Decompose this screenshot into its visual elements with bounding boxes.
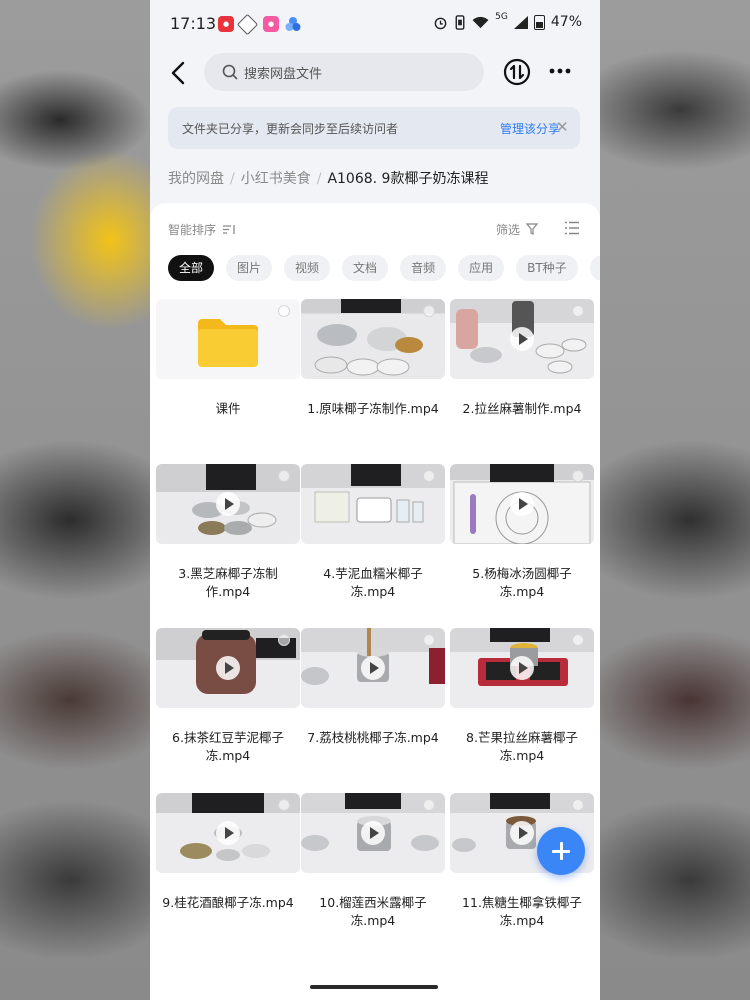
close-icon[interactable]: ✕ [556,118,569,136]
transfer-icon[interactable] [502,57,532,87]
sort-label: 智能排序 [168,223,217,237]
status-bar: 17:13 ● ● 5G 47% [150,0,600,48]
file-name: 3.黑芝麻椰子冻制作.mp4 [178,566,278,599]
tab-documents[interactable]: 文档 [342,255,389,281]
select-checkbox[interactable] [278,470,290,482]
vibrate-icon [455,14,465,30]
add-button[interactable] [537,827,585,875]
tab-all[interactable]: 全部 [168,255,215,281]
breadcrumb-separator: / [230,171,235,187]
share-notice-banner: 文件夹已分享，更新会同步至后续访问者 管理该分享 ✕ [168,107,580,149]
sort-icon [222,225,235,234]
file-name: 9.桂花酒酿椰子冻.mp4 [162,895,294,910]
file-name: 8.芒果拉丝麻薯椰子冻.mp4 [466,730,578,763]
video-file-item[interactable]: 8.芒果拉丝麻薯椰子冻.mp4 [450,628,594,788]
tab-audio[interactable]: 音频 [400,255,447,281]
back-icon[interactable] [164,58,194,88]
search-icon [222,64,238,80]
file-name: 课件 [215,401,241,416]
tab-images[interactable]: 图片 [226,255,273,281]
video-file-item[interactable]: 10.榴莲西米露椰子冻.mp4 [301,793,445,953]
video-file-item[interactable]: 11.焦糖生椰拿铁椰子冻.mp4 [450,793,594,953]
app-icon-red: ● [218,16,234,32]
home-indicator[interactable] [310,985,438,989]
file-name: 11.焦糖生椰拿铁椰子冻.mp4 [462,895,582,928]
select-checkbox[interactable] [278,799,290,811]
select-checkbox[interactable] [278,305,290,317]
status-right: 5G 47% [433,12,582,30]
video-file-item[interactable]: 3.黑芝麻椰子冻制作.mp4 [156,464,300,624]
tab-other[interactable]: 其他 [589,255,600,281]
file-list-panel: 智能排序 筛选 全部 图片 视频 文档 音频 应用 BT种子 其他 [150,203,600,1000]
network-label: 5G [495,12,508,22]
filter-icon [525,223,539,235]
video-file-item[interactable]: 6.抹茶红豆芋泥椰子冻.mp4 [156,628,300,788]
list-view-icon[interactable] [564,221,580,235]
sort-button[interactable]: 智能排序 [168,221,236,238]
play-icon [216,656,240,680]
file-name: 5.杨梅冰汤圆椰子冻.mp4 [472,566,572,599]
battery-level: 47% [550,14,582,30]
select-checkbox[interactable] [572,470,584,482]
video-file-item[interactable]: 1.原味椰子冻制作.mp4 [301,299,445,459]
breadcrumb-current: A1068. 9款椰子奶冻课程 [327,171,489,187]
status-time: 17:13 [170,14,217,33]
tab-bt-torrents[interactable]: BT种子 [516,255,578,281]
app-icon-gray [236,13,259,36]
share-notice-text: 文件夹已分享，更新会同步至后续访问者 [182,122,399,136]
video-file-item[interactable]: 4.芋泥血糯米椰子冻.mp4 [301,464,445,624]
folder-item[interactable]: 课件 [156,299,300,459]
video-file-item[interactable]: 5.杨梅冰汤圆椰子冻.mp4 [450,464,594,624]
play-icon [216,492,240,516]
file-name: 6.抹茶红豆芋泥椰子冻.mp4 [172,730,284,763]
breadcrumb-item-parent[interactable]: 小红书美食 [241,171,311,187]
video-file-item[interactable]: 9.桂花酒酿椰子冻.mp4 [156,793,300,953]
wifi-icon [472,16,489,28]
signal-icon [513,15,528,29]
tab-videos[interactable]: 视频 [284,255,331,281]
file-name: 10.榴莲西米露椰子冻.mp4 [319,895,427,928]
play-icon [510,492,534,516]
search-input[interactable]: 搜索网盘文件 [204,53,484,91]
app-icon-blue [285,16,301,32]
select-checkbox[interactable] [572,305,584,317]
search-placeholder: 搜索网盘文件 [244,67,323,82]
play-icon [510,821,534,845]
file-name: 1.原味椰子冻制作.mp4 [307,401,439,416]
folder-icon [198,319,258,367]
select-checkbox[interactable] [572,799,584,811]
select-checkbox[interactable] [572,634,584,646]
file-type-tabs: 全部 图片 视频 文档 音频 应用 BT种子 其他 [168,255,600,281]
breadcrumb-item-root[interactable]: 我的网盘 [168,171,224,187]
file-name: 4.芋泥血糯米椰子冻.mp4 [323,566,423,599]
file-name: 7.荔枝桃桃椰子冻.mp4 [307,730,439,745]
select-checkbox[interactable] [423,305,435,317]
more-options-icon[interactable] [548,61,572,81]
select-checkbox[interactable] [278,634,290,646]
phone-screen: 17:13 ● ● 5G 47% 搜索网盘文件 文件夹已分享，更新会同步至后续访… [150,0,600,1000]
play-icon [510,327,534,351]
manage-share-link[interactable]: 管理该分享 [500,120,560,137]
select-checkbox[interactable] [423,634,435,646]
play-icon [361,821,385,845]
app-icon-pink: ● [263,16,279,32]
video-file-item[interactable]: 7.荔枝桃桃椰子冻.mp4 [301,628,445,788]
select-checkbox[interactable] [423,470,435,482]
filter-label: 筛选 [496,223,521,237]
play-icon [510,656,534,680]
video-file-item[interactable]: 2.拉丝麻薯制作.mp4 [450,299,594,459]
tab-apps[interactable]: 应用 [458,255,505,281]
filter-button[interactable]: 筛选 [496,221,540,238]
select-checkbox[interactable] [423,799,435,811]
breadcrumb-separator: / [316,171,322,187]
alarm-icon [434,17,447,29]
play-icon [361,656,385,680]
play-icon [216,821,240,845]
battery-icon [533,14,545,30]
file-name: 2.拉丝麻薯制作.mp4 [462,401,582,416]
breadcrumb: 我的网盘 / 小红书美食 / A1068. 9款椰子奶冻课程 [168,168,488,188]
